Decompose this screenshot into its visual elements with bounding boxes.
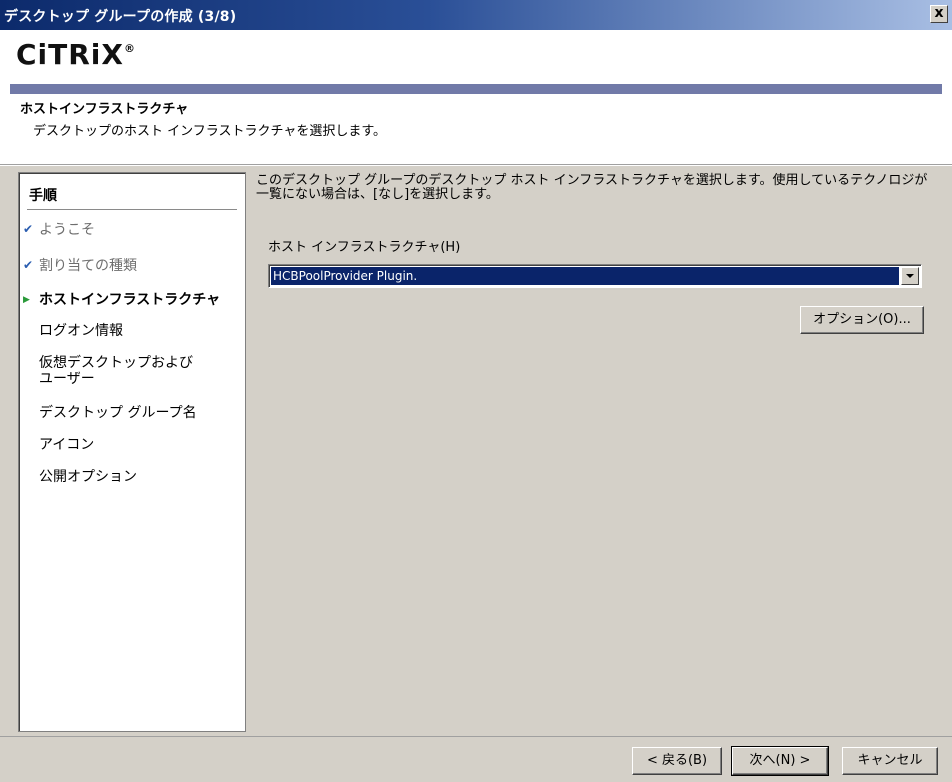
steps-panel: 手順 ✔ ようこそ ✔ 割り当ての種類 ▶ ホストインフラストラクチャ ログオン… <box>18 172 246 732</box>
body-area: 手順 ✔ ようこそ ✔ 割り当ての種類 ▶ ホストインフラストラクチャ ログオン… <box>0 166 952 736</box>
step-logon-info: ログオン情報 <box>39 323 123 339</box>
logo-reg-mark: ® <box>124 41 136 55</box>
page-header: ホストインフラストラクチャ デスクトップのホスト インフラストラクチャを選択しま… <box>0 94 952 164</box>
host-infrastructure-dropdown[interactable]: HCBPoolProvider Plugin. <box>268 264 922 288</box>
step-publishing-options: 公開オプション <box>39 469 137 485</box>
step-icon: アイコン <box>39 437 95 453</box>
dropdown-arrow-button[interactable] <box>901 267 919 285</box>
check-icon: ✔ <box>23 258 34 272</box>
steps-divider <box>27 209 237 210</box>
steps-heading: 手順 <box>29 188 57 204</box>
description-line-2: 一覧にない場合は、[なし]を選択します。 <box>256 187 499 202</box>
step-label-line2: ユーザー <box>39 371 95 387</box>
back-button[interactable]: < 戻る(B) <box>632 747 722 775</box>
citrix-logo: CiTRiX® <box>16 38 136 71</box>
window-title: デスクトップ グループの作成 (3/8) <box>4 9 237 25</box>
step-virtual-desktops-users: 仮想デスクトップおよび ユーザー <box>39 352 193 386</box>
content-pane: このデスクトップ グループのデスクトップ ホスト インフラストラクチャを選択しま… <box>254 166 950 736</box>
close-icon: x <box>934 5 944 21</box>
options-button[interactable]: オプション(O)... <box>800 306 924 334</box>
current-step-arrow-icon: ▶ <box>23 295 30 305</box>
check-icon: ✔ <box>23 222 34 236</box>
description-line-1: このデスクトップ グループのデスクトップ ホスト インフラストラクチャを選択しま… <box>256 173 928 188</box>
chevron-down-icon <box>906 274 914 278</box>
host-infrastructure-value: HCBPoolProvider Plugin. <box>271 267 899 285</box>
step-host-infrastructure: ホストインフラストラクチャ <box>39 292 221 308</box>
step-label-line1: 仮想デスクトップおよび <box>39 355 193 371</box>
next-button[interactable]: 次へ(N) > <box>731 746 829 776</box>
host-infrastructure-label: ホスト インフラストラクチャ(H) <box>268 240 461 255</box>
close-button[interactable]: x <box>930 5 948 23</box>
step-assignment-type: 割り当ての種類 <box>39 258 137 274</box>
wizard-window: デスクトップ グループの作成 (3/8) x CiTRiX® ホストインフラスト… <box>0 0 952 782</box>
button-bar: < 戻る(B) 次へ(N) > キャンセル <box>0 736 952 782</box>
title-bar[interactable]: デスクトップ グループの作成 (3/8) x <box>0 0 952 30</box>
step-welcome: ようこそ <box>39 222 95 238</box>
accent-bar <box>10 84 942 94</box>
logo-text: CiTRiX <box>16 38 124 71</box>
page-title: ホストインフラストラクチャ <box>20 102 189 117</box>
description: このデスクトップ グループのデスクトップ ホスト インフラストラクチャを選択しま… <box>256 174 946 202</box>
cancel-button[interactable]: キャンセル <box>842 747 938 775</box>
step-desktop-group-name: デスクトップ グループ名 <box>39 405 197 421</box>
page-subtitle: デスクトップのホスト インフラストラクチャを選択します。 <box>33 124 387 139</box>
logo-area: CiTRiX® <box>0 30 952 82</box>
